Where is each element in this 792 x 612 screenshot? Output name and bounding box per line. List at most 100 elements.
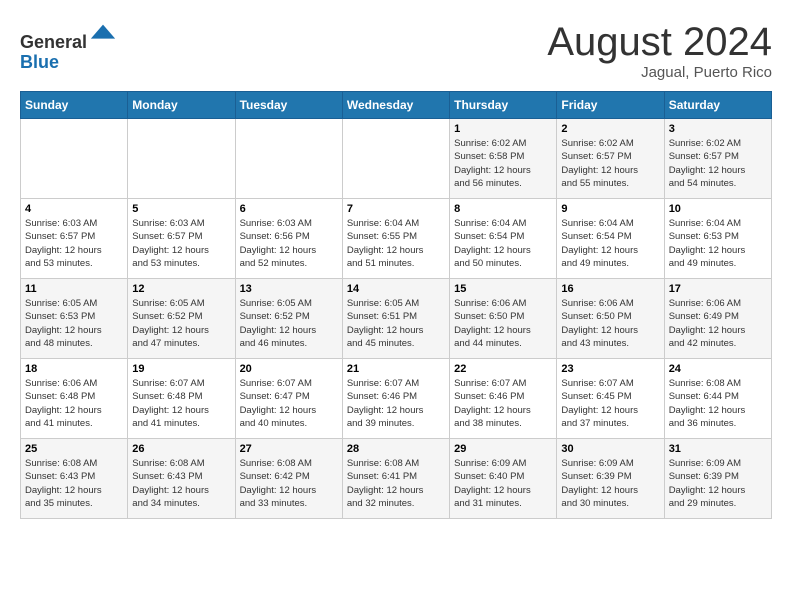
day-number: 13 [240, 283, 338, 295]
calendar-cell: 22 Sunrise: 6:07 AMSunset: 6:46 PMDayligh… [450, 359, 557, 439]
day-number: 28 [347, 443, 445, 455]
day-info: Sunrise: 6:05 AMSunset: 6:52 PMDaylight:… [132, 297, 230, 350]
week-row-4: 18 Sunrise: 6:06 AMSunset: 6:48 PMDayligh… [21, 359, 772, 439]
day-number: 17 [669, 283, 767, 295]
day-info: Sunrise: 6:03 AMSunset: 6:57 PMDaylight:… [132, 217, 230, 270]
day-number: 6 [240, 203, 338, 215]
day-info: Sunrise: 6:09 AMSunset: 6:39 PMDaylight:… [561, 457, 659, 510]
day-info: Sunrise: 6:08 AMSunset: 6:44 PMDaylight:… [669, 377, 767, 430]
calendar-cell: 18 Sunrise: 6:06 AMSunset: 6:48 PMDayligh… [21, 359, 128, 439]
day-info: Sunrise: 6:07 AMSunset: 6:48 PMDaylight:… [132, 377, 230, 430]
calendar-cell: 31Sunrise: 6:09 AMSunset: 6:39 PMDayligh… [664, 439, 771, 519]
calendar-cell: 9 Sunrise: 6:04 AMSunset: 6:54 PMDaylight… [557, 199, 664, 279]
day-number: 23 [561, 363, 659, 375]
calendar-cell: 19Sunrise: 6:07 AMSunset: 6:48 PMDayligh… [128, 359, 235, 439]
calendar-cell: 16 Sunrise: 6:06 AMSunset: 6:50 PMDayligh… [557, 279, 664, 359]
logo-general: General [20, 32, 87, 52]
calendar-cell [342, 119, 449, 199]
day-info: Sunrise: 6:06 AMSunset: 6:48 PMDaylight:… [25, 377, 123, 430]
day-info: Sunrise: 6:08 AMSunset: 6:42 PMDaylight:… [240, 457, 338, 510]
calendar-cell: 28Sunrise: 6:08 AMSunset: 6:41 PMDayligh… [342, 439, 449, 519]
calendar-cell [128, 119, 235, 199]
calendar-cell: 14 Sunrise: 6:05 AMSunset: 6:51 PMDayligh… [342, 279, 449, 359]
day-number: 20 [240, 363, 338, 375]
day-info: Sunrise: 6:05 AMSunset: 6:52 PMDaylight:… [240, 297, 338, 350]
header-wednesday: Wednesday [342, 92, 449, 119]
day-info: Sunrise: 6:04 AMSunset: 6:53 PMDaylight:… [669, 217, 767, 270]
logo: General Blue [20, 20, 117, 73]
day-info: Sunrise: 6:06 AMSunset: 6:49 PMDaylight:… [669, 297, 767, 350]
day-info: Sunrise: 6:05 AMSunset: 6:51 PMDaylight:… [347, 297, 445, 350]
header-friday: Friday [557, 92, 664, 119]
calendar-body: 1 Sunrise: 6:02 AMSunset: 6:58 PMDaylight… [21, 119, 772, 519]
day-number: 1 [454, 123, 552, 135]
calendar-cell: 17 Sunrise: 6:06 AMSunset: 6:49 PMDayligh… [664, 279, 771, 359]
day-info: Sunrise: 6:08 AMSunset: 6:43 PMDaylight:… [25, 457, 123, 510]
calendar-cell: 26 Sunrise: 6:08 AMSunset: 6:43 PMDayligh… [128, 439, 235, 519]
calendar-cell [21, 119, 128, 199]
logo-icon [89, 20, 117, 48]
day-info: Sunrise: 6:02 AMSunset: 6:57 PMDaylight:… [561, 137, 659, 190]
day-info: Sunrise: 6:05 AMSunset: 6:53 PMDaylight:… [25, 297, 123, 350]
day-number: 14 [347, 283, 445, 295]
title-block: August 2024 Jagual, Puerto Rico [547, 20, 772, 81]
page-header: General Blue August 2024 Jagual, Puerto … [20, 20, 772, 81]
calendar-cell: 5Sunrise: 6:03 AMSunset: 6:57 PMDaylight… [128, 199, 235, 279]
calendar-cell: 11 Sunrise: 6:05 AMSunset: 6:53 PMDayligh… [21, 279, 128, 359]
day-info: Sunrise: 6:03 AMSunset: 6:56 PMDaylight:… [240, 217, 338, 270]
day-number: 16 [561, 283, 659, 295]
day-number: 18 [25, 363, 123, 375]
calendar-cell: 21 Sunrise: 6:07 AMSunset: 6:46 PMDayligh… [342, 359, 449, 439]
calendar-cell: 6 Sunrise: 6:03 AMSunset: 6:56 PMDaylight… [235, 199, 342, 279]
calendar-cell: 25Sunrise: 6:08 AMSunset: 6:43 PMDayligh… [21, 439, 128, 519]
day-number: 8 [454, 203, 552, 215]
day-info: Sunrise: 6:02 AMSunset: 6:57 PMDaylight:… [669, 137, 767, 190]
day-info: Sunrise: 6:08 AMSunset: 6:43 PMDaylight:… [132, 457, 230, 510]
day-info: Sunrise: 6:06 AMSunset: 6:50 PMDaylight:… [454, 297, 552, 350]
day-number: 29 [454, 443, 552, 455]
day-number: 26 [132, 443, 230, 455]
location: Jagual, Puerto Rico [547, 64, 772, 81]
calendar-cell: 20 Sunrise: 6:07 AMSunset: 6:47 PMDayligh… [235, 359, 342, 439]
day-info: Sunrise: 6:09 AMSunset: 6:39 PMDaylight:… [669, 457, 767, 510]
week-row-2: 4Sunrise: 6:03 AMSunset: 6:57 PMDaylight… [21, 199, 772, 279]
calendar-table: SundayMondayTuesdayWednesdayThursdayFrid… [20, 91, 772, 519]
day-info: Sunrise: 6:07 AMSunset: 6:47 PMDaylight:… [240, 377, 338, 430]
day-info: Sunrise: 6:02 AMSunset: 6:58 PMDaylight:… [454, 137, 552, 190]
calendar-cell [235, 119, 342, 199]
day-number: 9 [561, 203, 659, 215]
day-number: 3 [669, 123, 767, 135]
day-info: Sunrise: 6:07 AMSunset: 6:45 PMDaylight:… [561, 377, 659, 430]
header-tuesday: Tuesday [235, 92, 342, 119]
week-row-1: 1 Sunrise: 6:02 AMSunset: 6:58 PMDaylight… [21, 119, 772, 199]
calendar-cell: 2Sunrise: 6:02 AMSunset: 6:57 PMDaylight… [557, 119, 664, 199]
calendar-cell: 12Sunrise: 6:05 AMSunset: 6:52 PMDayligh… [128, 279, 235, 359]
header-sunday: Sunday [21, 92, 128, 119]
day-number: 15 [454, 283, 552, 295]
day-number: 27 [240, 443, 338, 455]
calendar-cell: 15 Sunrise: 6:06 AMSunset: 6:50 PMDayligh… [450, 279, 557, 359]
calendar-cell: 10 Sunrise: 6:04 AMSunset: 6:53 PMDayligh… [664, 199, 771, 279]
calendar-cell: 29Sunrise: 6:09 AMSunset: 6:40 PMDayligh… [450, 439, 557, 519]
calendar-cell: 1 Sunrise: 6:02 AMSunset: 6:58 PMDaylight… [450, 119, 557, 199]
calendar-cell: 3 Sunrise: 6:02 AMSunset: 6:57 PMDaylight… [664, 119, 771, 199]
calendar-cell: 30 Sunrise: 6:09 AMSunset: 6:39 PMDayligh… [557, 439, 664, 519]
calendar-cell: 4Sunrise: 6:03 AMSunset: 6:57 PMDaylight… [21, 199, 128, 279]
day-number: 22 [454, 363, 552, 375]
header-thursday: Thursday [450, 92, 557, 119]
day-info: Sunrise: 6:07 AMSunset: 6:46 PMDaylight:… [454, 377, 552, 430]
day-number: 21 [347, 363, 445, 375]
day-number: 10 [669, 203, 767, 215]
logo-blue: Blue [20, 52, 59, 72]
day-info: Sunrise: 6:04 AMSunset: 6:54 PMDaylight:… [561, 217, 659, 270]
day-number: 30 [561, 443, 659, 455]
calendar-cell: 23 Sunrise: 6:07 AMSunset: 6:45 PMDayligh… [557, 359, 664, 439]
day-number: 11 [25, 283, 123, 295]
week-row-3: 11 Sunrise: 6:05 AMSunset: 6:53 PMDayligh… [21, 279, 772, 359]
calendar-cell: 27 Sunrise: 6:08 AMSunset: 6:42 PMDayligh… [235, 439, 342, 519]
day-info: Sunrise: 6:07 AMSunset: 6:46 PMDaylight:… [347, 377, 445, 430]
day-number: 7 [347, 203, 445, 215]
day-info: Sunrise: 6:06 AMSunset: 6:50 PMDaylight:… [561, 297, 659, 350]
calendar-cell: 13 Sunrise: 6:05 AMSunset: 6:52 PMDayligh… [235, 279, 342, 359]
calendar-cell: 7Sunrise: 6:04 AMSunset: 6:55 PMDaylight… [342, 199, 449, 279]
